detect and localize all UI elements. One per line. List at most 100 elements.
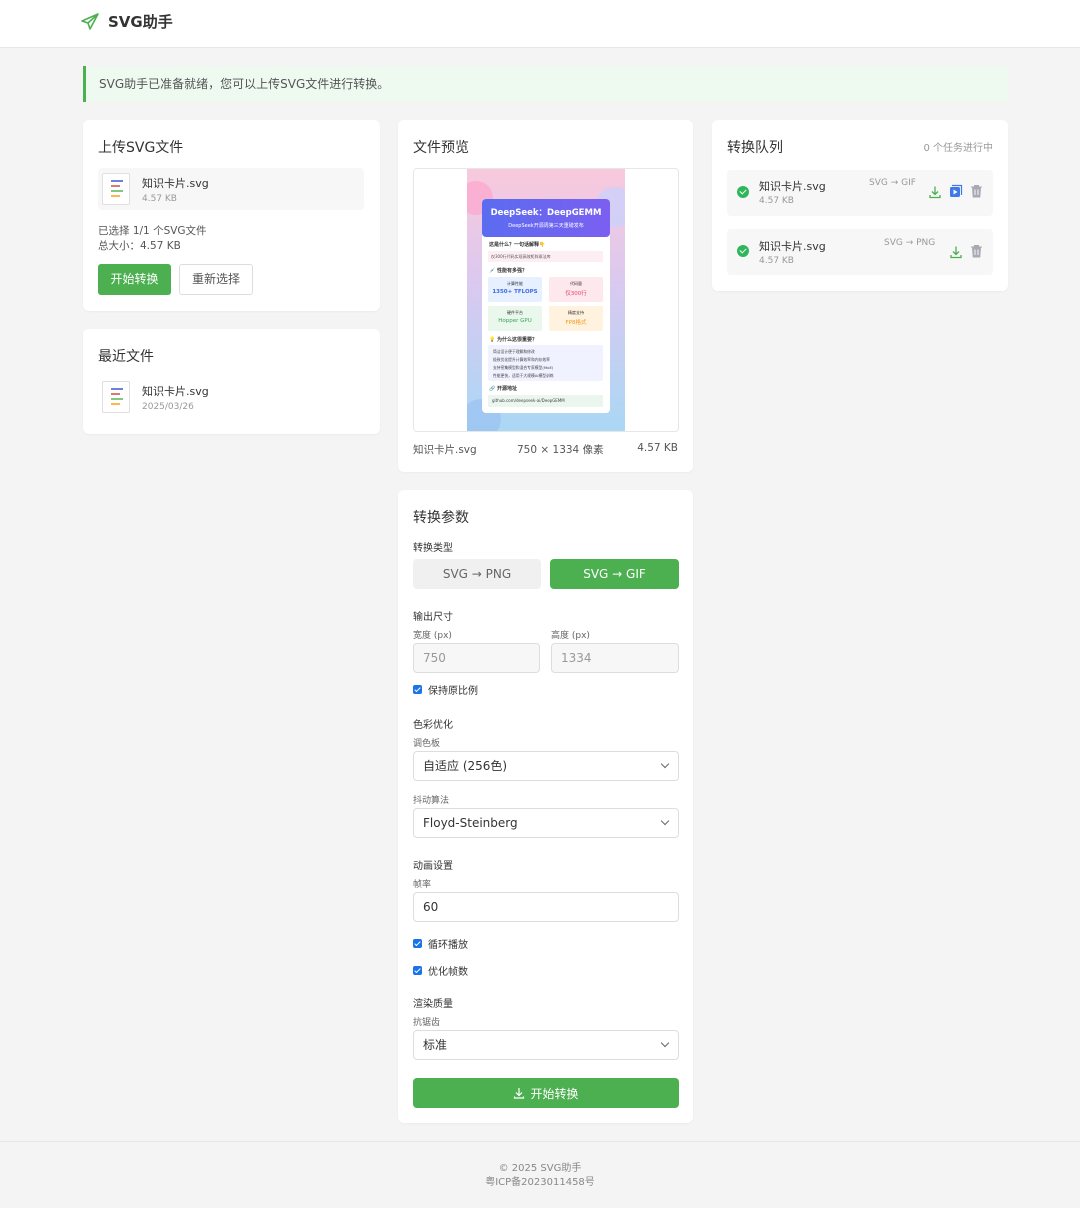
- reselect-button[interactable]: 重新选择: [179, 264, 253, 295]
- preview-q3: 💡 为什么这很重要？: [489, 337, 537, 343]
- trash-icon[interactable]: [970, 244, 983, 258]
- keep-ratio-label: 保持原比例: [428, 686, 478, 697]
- trash-icon[interactable]: [970, 184, 983, 198]
- preview-dimensions: 750 × 1334 像素: [517, 444, 604, 456]
- queue-task: 知识卡片.svg 4.57 KB SVG → PNG: [727, 229, 993, 275]
- antialias-value: 标准: [423, 1038, 448, 1052]
- footer: © 2025 SVG助手 粤ICP备2023011458号: [0, 1141, 1080, 1208]
- conversion-type-label: 转换类型: [413, 543, 453, 554]
- type-png-button[interactable]: SVG → PNG: [413, 559, 541, 589]
- download-icon[interactable]: [928, 185, 942, 199]
- palette-select[interactable]: 自适应 (256色): [413, 751, 679, 781]
- chevron-down-icon: [660, 816, 670, 826]
- queue-task: 知识卡片.svg 4.57 KB SVG → GIF: [727, 170, 993, 216]
- dither-value: Floyd-Steinberg: [423, 816, 518, 830]
- app-name: SVG助手: [108, 13, 173, 31]
- selected-file-item: 知识卡片.svg 4.57 KB: [98, 168, 364, 210]
- upload-card: 上传SVG文件 知识卡片.svg 4.57 KB 已选择 1/1 个SVG文件 …: [83, 120, 380, 311]
- preview-link-label: 🔗 开源地址: [489, 386, 517, 392]
- stat-value: FP8格式: [565, 320, 587, 326]
- footer-copyright: © 2025 SVG助手: [498, 1163, 582, 1174]
- task-file-size: 4.57 KB: [759, 256, 794, 266]
- file-name: 知识卡片.svg: [142, 176, 209, 190]
- queue-status: 0 个任务进行中: [923, 143, 993, 154]
- preview-card-content: DeepSeek：DeepGEMM DeepSeek开源周第三天重磅发布 这是什…: [482, 199, 610, 413]
- task-file-name: 知识卡片.svg: [759, 180, 826, 193]
- checkbox-checked-icon: [413, 685, 422, 694]
- palette-label: 调色板: [413, 739, 441, 749]
- top-bar: SVG助手: [0, 0, 1080, 48]
- svg-preview: DeepSeek：DeepGEMM DeepSeek开源周第三天重磅发布 这是什…: [413, 168, 679, 432]
- play-preview-icon[interactable]: [949, 184, 963, 198]
- type-gif-button[interactable]: SVG → GIF: [550, 559, 679, 589]
- recent-file-item[interactable]: 知识卡片.svg 2025/03/26: [98, 379, 364, 415]
- chevron-down-icon: [660, 759, 670, 769]
- dither-select[interactable]: Floyd-Steinberg: [413, 808, 679, 838]
- width-label: 宽度 (px): [413, 631, 452, 641]
- file-thumbnail: [102, 381, 130, 413]
- fps-input[interactable]: 60: [413, 892, 679, 922]
- conversion-params-card: 转换参数 转换类型 SVG → PNG SVG → GIF 输出尺寸 宽度 (p…: [398, 490, 693, 1123]
- preview-stat-4: 精度支持 FP8格式: [549, 306, 603, 331]
- antialias-label: 抗锯齿: [413, 1018, 441, 1028]
- footer-icp[interactable]: 粤ICP备2023011458号: [0, 1176, 1080, 1190]
- download-icon[interactable]: [949, 245, 963, 259]
- preview-q1: 这是什么？一句话解释👇: [489, 242, 546, 248]
- output-size-label: 输出尺寸: [413, 612, 453, 623]
- selected-count: 已选择 1/1 个SVG文件: [98, 225, 207, 237]
- preview-card: 文件预览 DeepSeek：DeepGEMM DeepSeek开源周第三天重磅发…: [398, 120, 693, 472]
- preview-card-subtitle: DeepSeek开源周第三天重磅发布: [508, 223, 584, 229]
- preview-q2: 💉 性能有多强？: [489, 268, 527, 274]
- preview-link: github.com/deepseek-ai/DeepGEMM: [488, 395, 603, 407]
- preview-card-title: DeepSeek：DeepGEMM: [490, 208, 602, 218]
- submit-convert-button[interactable]: 开始转换: [413, 1078, 679, 1108]
- preview-bullets: 简洁设计便于理解和修改 极致优化提升计算效率和内存效率 支持密集模型和混合专家模…: [488, 345, 603, 381]
- stat-label: 代码量: [570, 281, 582, 286]
- height-label: 高度 (px): [551, 631, 590, 641]
- bullet-item: 性能更快，适用于大规模AI模型训练: [493, 373, 554, 378]
- keep-ratio-checkbox[interactable]: 保持原比例: [413, 682, 478, 697]
- loop-label: 循环播放: [428, 940, 468, 951]
- stat-value: Hopper GPU: [498, 318, 532, 324]
- optimize-frames-label: 优化帧数: [428, 967, 468, 978]
- task-type: SVG → PNG: [884, 238, 936, 248]
- bullet-item: 极致优化提升计算效率和内存效率: [493, 357, 550, 362]
- preview-stat-3: 硬件平台 Hopper GPU: [488, 306, 542, 331]
- preview-filesize: 4.57 KB: [637, 442, 678, 454]
- stat-value: 仅300行: [565, 291, 587, 297]
- bullet-item: 简洁设计便于理解和修改: [493, 349, 535, 354]
- start-convert-button[interactable]: 开始转换: [98, 264, 171, 295]
- file-thumbnail: [102, 173, 130, 205]
- height-input[interactable]: 1334: [551, 643, 679, 673]
- checkbox-checked-icon: [413, 966, 422, 975]
- preview-stat-1: 计算性能 1350+ TFLOPS: [488, 277, 542, 302]
- paper-plane-icon: [81, 12, 99, 30]
- stat-label: 计算性能: [507, 281, 523, 286]
- dither-label: 抖动算法: [413, 796, 450, 806]
- task-type: SVG → GIF: [869, 178, 916, 188]
- success-check-icon: [737, 245, 749, 257]
- file-size: 4.57 KB: [142, 193, 177, 204]
- fps-label: 帧率: [413, 880, 432, 890]
- preview-filename: 知识卡片.svg: [413, 444, 477, 456]
- download-icon: [514, 1088, 525, 1099]
- optimize-frames-checkbox[interactable]: 优化帧数: [413, 963, 468, 978]
- color-optimization-label: 色彩优化: [413, 720, 453, 731]
- width-input[interactable]: 750: [413, 643, 540, 673]
- task-file-size: 4.57 KB: [759, 196, 794, 206]
- task-file-name: 知识卡片.svg: [759, 240, 826, 253]
- bullet-item: 支持密集模型和混合专家模型(MoE): [493, 365, 554, 370]
- stat-label: 精度支持: [568, 310, 584, 315]
- upload-title: 上传SVG文件: [98, 140, 184, 156]
- animation-settings-label: 动画设置: [413, 861, 453, 872]
- chevron-down-icon: [660, 1038, 670, 1048]
- loop-checkbox[interactable]: 循环播放: [413, 936, 468, 951]
- app-logo[interactable]: SVG助手: [80, 11, 173, 32]
- recent-file-name: 知识卡片.svg: [142, 384, 209, 398]
- antialias-select[interactable]: 标准: [413, 1030, 679, 1060]
- preview-title: 文件预览: [413, 140, 469, 156]
- checkbox-checked-icon: [413, 939, 422, 948]
- preview-card-header: DeepSeek：DeepGEMM DeepSeek开源周第三天重磅发布: [482, 199, 610, 237]
- recent-title: 最近文件: [98, 349, 154, 365]
- success-check-icon: [737, 186, 749, 198]
